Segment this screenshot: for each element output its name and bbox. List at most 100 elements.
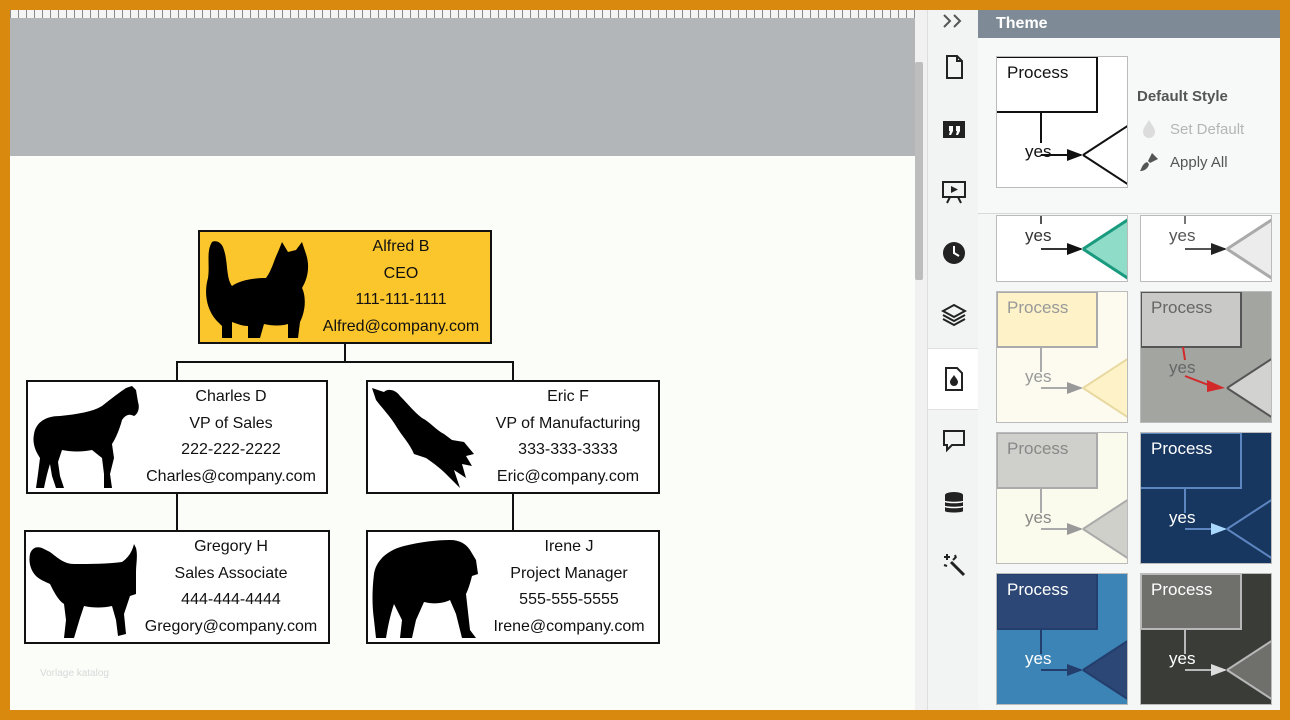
node-title: Sales Associate [174, 564, 288, 582]
sample-yes-label: yes [1169, 649, 1196, 668]
connector-line [344, 343, 346, 361]
horizontal-ruler [10, 10, 915, 18]
layers-button[interactable] [928, 284, 979, 346]
sample-process-label: Process [1007, 298, 1069, 317]
node-email: Eric@company.com [496, 467, 640, 485]
sample-yes-label: yes [1169, 358, 1196, 377]
connector-line [176, 361, 178, 380]
collapse-icon [942, 14, 961, 28]
history-button[interactable] [928, 222, 979, 284]
sample-yes-label: yes [1169, 226, 1196, 245]
page-settings-button[interactable] [928, 36, 979, 98]
sample-process-label: Process [1007, 439, 1069, 458]
node-title: VP of Manufacturing [495, 414, 641, 432]
connector-line [176, 493, 178, 530]
sample-process-label: Process [1151, 439, 1213, 458]
magic-icon [943, 554, 965, 577]
node-name: Gregory H [194, 538, 268, 556]
node-title: VP of Sales [189, 414, 273, 432]
sample-yes-label: yes [1025, 649, 1052, 668]
set-default-button[interactable]: Set Default [1138, 118, 1244, 140]
sample-yes-label: yes [1025, 367, 1052, 386]
watermark-text: Vorlage katalog [40, 668, 109, 679]
horse-silhouette-icon [33, 386, 139, 488]
theme-preview-graphic [1040, 216, 1127, 280]
sample-yes-label: yes [1025, 226, 1052, 245]
apply-all-button[interactable]: Apply All [1138, 151, 1228, 173]
apply-all-label: Apply All [1170, 153, 1228, 171]
theme-thumbnail-navy[interactable]: Process yes [1140, 432, 1272, 564]
org-node-irene[interactable]: Irene J Project Manager 555-555-5555 Ire… [366, 530, 660, 644]
theme-icon [944, 367, 963, 391]
theme-thumbnail-teal[interactable]: yes [996, 215, 1128, 282]
node-phone: 333-333-3333 [518, 441, 618, 459]
data-button[interactable] [928, 472, 979, 534]
node-email: Irene@company.com [493, 617, 645, 635]
org-node-eric[interactable]: Eric F VP of Manufacturing 333-333-3333 … [366, 380, 660, 494]
node-name: Alfred B [372, 238, 430, 256]
node-email: Alfred@company.com [322, 317, 480, 335]
theme-thumbnail-cream[interactable]: Process yes [996, 291, 1128, 423]
connector-line [512, 361, 514, 380]
droplet-icon [1143, 120, 1155, 138]
comment-icon [942, 430, 965, 453]
cat-silhouette-icon [206, 241, 309, 338]
node-title: Project Manager [510, 564, 628, 582]
node-phone: 111-111-1111 [355, 291, 447, 309]
theme-button[interactable] [928, 348, 979, 410]
eagle-silhouette-icon [372, 388, 474, 488]
connector-line [176, 361, 514, 363]
org-node-gregory[interactable]: Gregory H Sales Associate 444-444-4444 G… [24, 530, 330, 644]
theme-thumbnail-blue[interactable]: Process yes [996, 573, 1128, 705]
layers-icon [940, 303, 967, 327]
connector-line [512, 493, 514, 530]
sample-yes-label: yes [1025, 508, 1052, 527]
theme-thumbnail-current[interactable]: Process yes [996, 56, 1128, 188]
theme-thumbnail-gray-red[interactable]: Process yes [1140, 291, 1272, 423]
quote-button[interactable] [928, 98, 979, 160]
node-email: Charles@company.com [146, 467, 316, 485]
default-style-label: Default Style [1137, 88, 1228, 105]
node-title: CEO [383, 264, 419, 282]
icon-rail [927, 10, 979, 710]
theme-thumbnail-light-gray[interactable]: yes [1140, 215, 1272, 282]
set-default-label: Set Default [1170, 120, 1245, 138]
sample-process-label: Process [1007, 580, 1069, 599]
node-phone: 444-444-4444 [181, 591, 281, 609]
data-icon [943, 492, 964, 513]
brush-icon [1140, 153, 1158, 171]
default-style-section: Process yes Default Style Set Default Ap… [978, 38, 1280, 214]
collapse-panel-button[interactable] [928, 10, 979, 32]
theme-thumbnail-pale[interactable]: Process yes [996, 432, 1128, 564]
scrollbar-thumb[interactable] [915, 62, 923, 280]
node-name: Eric F [547, 388, 589, 406]
node-email: Gregory@company.com [144, 617, 318, 635]
page-icon [945, 55, 963, 79]
bear-silhouette-icon [372, 540, 478, 638]
panel-title: Theme [996, 15, 1048, 32]
theme-thumbnail-charcoal[interactable]: Process yes [1140, 573, 1272, 705]
sample-yes-label: yes [1025, 142, 1052, 161]
node-phone: 222-222-2222 [181, 441, 281, 459]
org-node-ceo[interactable]: Alfred B CEO 111-111-1111 Alfred@company… [198, 230, 492, 344]
presentation-button[interactable] [928, 160, 979, 222]
sample-process-label: Process [1151, 298, 1213, 317]
history-icon [942, 242, 965, 264]
theme-preview-graphic [1184, 216, 1271, 280]
presentation-icon [941, 181, 966, 204]
quote-icon [942, 121, 965, 138]
panel-header: Theme [978, 10, 1280, 38]
page-margin-area [10, 18, 915, 156]
org-node-charles[interactable]: Charles D VP of Sales 222-222-2222 Charl… [26, 380, 328, 494]
node-name: Charles D [195, 388, 267, 406]
node-phone: 555-555-5555 [519, 591, 619, 609]
dog-silhouette-icon [29, 544, 137, 638]
sample-process-label: Process [1007, 63, 1069, 82]
comments-button[interactable] [928, 410, 979, 472]
theme-panel: Theme Process yes Default Style Set Defa… [978, 10, 1280, 710]
node-name: Irene J [544, 538, 594, 556]
sample-yes-label: yes [1169, 508, 1196, 527]
magic-button[interactable] [928, 534, 979, 596]
diagram-canvas[interactable]: Alfred B CEO 111-111-1111 Alfred@company… [10, 10, 915, 710]
sample-process-label: Process [1151, 580, 1213, 599]
